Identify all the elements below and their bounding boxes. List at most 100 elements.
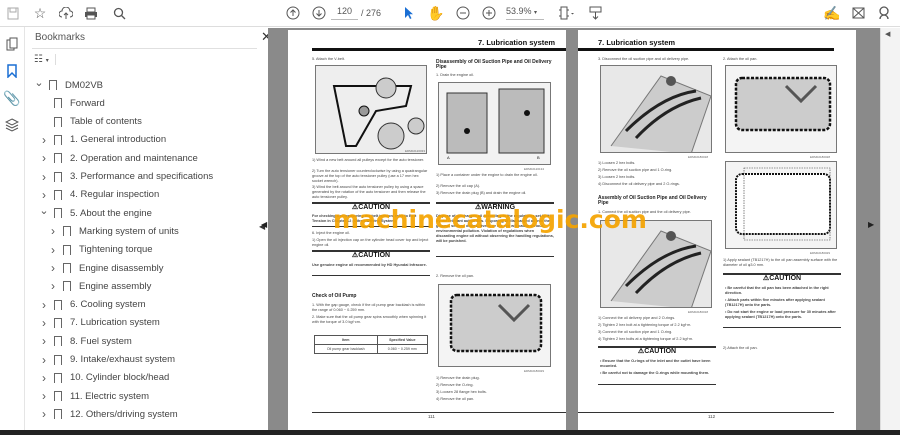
bookmark-icon xyxy=(54,336,62,348)
chevron-right-icon[interactable]: › xyxy=(39,316,49,330)
page-number: 112 xyxy=(708,414,716,419)
caution-label: CAUTION xyxy=(769,275,802,282)
page-number-input[interactable]: 120 xyxy=(331,6,358,20)
bookmark-star-icon[interactable]: ☆ xyxy=(31,4,49,22)
expand-panel-icon[interactable]: ◀ xyxy=(885,30,890,38)
next-page-icon[interactable] xyxy=(310,4,328,22)
table-header: Specified Value xyxy=(376,335,429,345)
bookmark-options-button[interactable]: ☷ ▾ xyxy=(34,54,56,65)
scroll-mode-icon[interactable] xyxy=(586,4,604,22)
chevron-right-icon[interactable]: › xyxy=(39,151,49,165)
bookmark-icon xyxy=(63,281,71,293)
bookmark-item[interactable]: › 10. Cylinder block/head xyxy=(39,370,169,386)
chevron-right-icon[interactable]: › xyxy=(48,279,58,293)
bookmark-item[interactable]: › Engine disassembly xyxy=(48,260,164,276)
chevron-down-icon: ▾ xyxy=(45,58,49,64)
print-icon[interactable] xyxy=(82,4,100,22)
chevron-down-icon[interactable]: ⌄ xyxy=(39,204,49,217)
bookmark-item[interactable]: Table of contents xyxy=(39,114,142,130)
chevron-right-icon[interactable]: › xyxy=(39,298,49,312)
prev-page-icon[interactable] xyxy=(284,4,302,22)
chevron-right-icon[interactable]: › xyxy=(48,243,58,257)
bookmark-label: Forward xyxy=(70,97,105,109)
chevron-right-icon[interactable]: › xyxy=(39,133,49,147)
chevron-right-icon[interactable]: › xyxy=(39,334,49,348)
layers-icon[interactable] xyxy=(3,116,21,134)
chevron-down-icon[interactable]: ⌄ xyxy=(34,76,44,89)
bookmarks-icon[interactable] xyxy=(3,62,21,80)
step-text: 4) Disconnect the oil delivery pipe and … xyxy=(598,182,680,186)
chevron-right-icon[interactable]: › xyxy=(48,261,58,275)
right-tools-panel: ◀ xyxy=(880,28,900,430)
bookmark-icon xyxy=(54,208,62,220)
bookmark-label: 11. Electric system xyxy=(70,390,150,402)
header-rule xyxy=(312,48,566,51)
step-text: 3) Remove the drain plug (B) and drain t… xyxy=(436,191,527,195)
chevron-right-icon[interactable]: › xyxy=(48,224,58,238)
step-text: 2. Attach the oil pan. xyxy=(723,57,758,61)
caution-item: • Do not start the engine or load pressu… xyxy=(725,310,836,319)
bookmark-item[interactable]: › 9. Intake/exhaust system xyxy=(39,352,175,368)
step-text: 4) Tighten 2 hex bolts at a tightening t… xyxy=(598,337,694,341)
bookmark-icon xyxy=(54,98,62,110)
sealant-figure xyxy=(725,161,837,249)
bookmark-label: 3. Performance and specifications xyxy=(70,171,214,182)
bookmark-item[interactable]: ⌄ 5. About the engine xyxy=(39,205,152,221)
table-cell: 0.060 ~ 0.259 mm xyxy=(376,344,429,354)
save-icon[interactable] xyxy=(4,4,22,22)
bookmark-label: 6. Cooling system xyxy=(70,299,146,311)
step-text: 1) Remove the drain plug. xyxy=(436,376,480,380)
attachments-icon[interactable]: 📎 xyxy=(3,89,21,107)
chevron-down-icon: ▾ xyxy=(534,10,538,16)
zoom-out-icon[interactable] xyxy=(454,4,472,22)
bookmark-item[interactable]: › 12. Others/driving system xyxy=(39,406,178,422)
caution-item: • Be careful not to damage the O-rings w… xyxy=(600,371,710,375)
find-icon[interactable] xyxy=(110,4,128,22)
bookmark-item[interactable]: › 11. Electric system xyxy=(39,388,149,404)
figure-id: EDM02180029 xyxy=(524,369,545,373)
bookmark-icon xyxy=(54,354,62,366)
fit-page-icon[interactable] xyxy=(556,4,576,22)
bookmark-item[interactable]: ⌄ DM02VB xyxy=(34,77,103,93)
chevron-right-icon[interactable]: › xyxy=(39,188,49,202)
table-cell: Oil pump gear backlash xyxy=(314,344,378,354)
rule xyxy=(312,275,430,276)
bookmark-item[interactable]: › 3. Performance and specifications xyxy=(39,169,213,185)
bookmark-item[interactable]: › 2. Operation and maintenance xyxy=(39,150,198,166)
bookmark-item[interactable]: › 4. Regular inspection xyxy=(39,187,159,203)
page-thumbnails-icon[interactable] xyxy=(3,35,21,53)
bookmark-label: 7. Lubrication system xyxy=(70,317,160,329)
mail-icon[interactable] xyxy=(849,4,867,22)
bookmark-label: 8. Fuel system xyxy=(70,335,132,347)
list-options-icon: ☷ xyxy=(34,54,43,65)
caution-title: ⚠CAUTION xyxy=(762,275,802,282)
chevron-right-icon[interactable]: › xyxy=(39,407,49,421)
bookmark-item[interactable]: › Marking system of units xyxy=(48,223,179,239)
select-cursor-icon[interactable] xyxy=(401,4,415,22)
bookmark-item[interactable]: › 7. Lubrication system xyxy=(39,315,160,331)
step-text: 2) Attach the oil pan. xyxy=(723,346,758,350)
chevron-right-icon[interactable]: › xyxy=(39,353,49,367)
chevron-right-icon[interactable]: › xyxy=(39,371,49,385)
vbelt-figure: EDM02120033 xyxy=(315,65,427,154)
caution-item: • Ensure that the O-rings of the inlet a… xyxy=(600,359,711,368)
zoom-in-icon[interactable] xyxy=(480,4,498,22)
section-title: Disassembly of Oil Suction Pipe and Oil … xyxy=(436,59,552,70)
chevron-right-icon[interactable]: › xyxy=(39,170,49,184)
bookmark-item[interactable]: Forward xyxy=(39,95,105,111)
upload-icon[interactable] xyxy=(57,4,75,22)
hand-icon[interactable]: ✋ xyxy=(427,4,445,22)
step-text: 1) Apply sealant (TB1217H) to the oil pa… xyxy=(723,258,838,267)
chevron-right-icon[interactable]: › xyxy=(39,389,49,403)
bookmark-item[interactable]: › Engine assembly xyxy=(48,278,151,294)
bookmark-item[interactable]: › 1. General introduction xyxy=(39,132,166,148)
bookmark-item[interactable]: › Tightening torque xyxy=(48,242,153,258)
bookmark-item[interactable]: › 8. Fuel system xyxy=(39,333,132,349)
figure-label: B xyxy=(537,155,540,160)
account-icon[interactable] xyxy=(875,4,893,22)
prev-page-arrow-icon[interactable]: ◀ xyxy=(261,220,267,229)
sign-icon[interactable]: ✍ xyxy=(823,4,841,22)
zoom-select[interactable]: 53.9% ▾ xyxy=(506,6,544,20)
next-page-arrow-icon[interactable]: ▶ xyxy=(868,220,874,229)
bookmark-item[interactable]: › 6. Cooling system xyxy=(39,297,146,313)
